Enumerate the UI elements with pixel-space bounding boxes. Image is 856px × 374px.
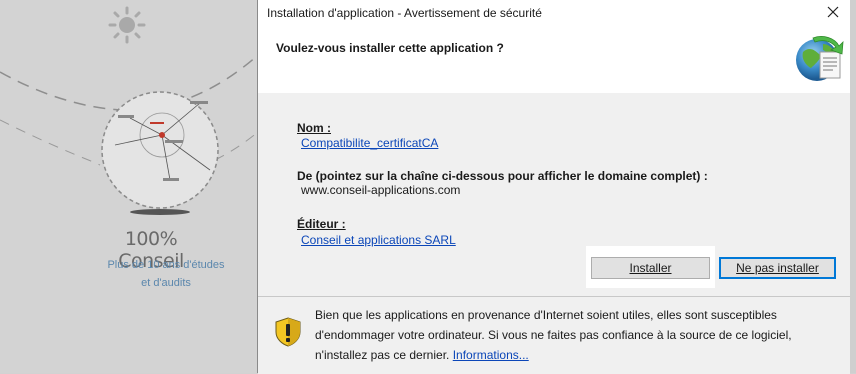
warning-message: Bien que les applications en provenance … xyxy=(315,305,835,365)
app-name-link[interactable]: Compatibilite_certificatCA xyxy=(301,136,438,150)
background-subtitle-line1: Plus de 10 ans d'études xyxy=(107,259,225,271)
install-button-label: Installer xyxy=(629,261,672,275)
background-subtitle-line2: et d'audits xyxy=(141,277,191,289)
dialog-title: Installation d'application - Avertisseme… xyxy=(267,6,542,20)
background-page: 100% Conseil Plus de 10 ans d'études et … xyxy=(0,0,258,373)
dialog-header: Voulez-vous installer cette application … xyxy=(258,24,850,93)
do-not-install-button-label: Ne pas installer xyxy=(736,261,819,275)
security-warning-dialog: Installation d'application - Avertisseme… xyxy=(257,0,850,374)
background-decoration xyxy=(0,54,258,215)
install-question: Voulez-vous installer cette application … xyxy=(276,41,504,55)
do-not-install-button[interactable]: Ne pas installer xyxy=(719,257,836,279)
sun-icon xyxy=(108,6,146,44)
application-install-icon xyxy=(796,36,844,81)
publisher-link[interactable]: Conseil et applications SARL xyxy=(301,233,456,247)
name-label: Nom : xyxy=(297,121,331,135)
publisher-label: Éditeur : xyxy=(297,217,346,231)
dialog-titlebar[interactable]: Installation d'application - Avertisseme… xyxy=(258,0,850,24)
warning-footer: Bien que les applications en provenance … xyxy=(258,296,850,374)
install-button[interactable]: Installer xyxy=(591,257,710,279)
close-button[interactable] xyxy=(816,0,850,24)
from-label: De (pointez sur la chaîne ci-dessous pou… xyxy=(297,169,708,183)
background-right-edge xyxy=(849,0,856,373)
warning-text: Bien que les applications en provenance … xyxy=(315,308,792,362)
from-domain: www.conseil-applications.com xyxy=(301,183,461,197)
shield-warning-icon xyxy=(275,317,301,347)
close-icon xyxy=(827,6,839,18)
more-info-link[interactable]: Informations... xyxy=(453,348,529,362)
background-subtitle: Plus de 10 ans d'études et d'audits xyxy=(94,256,238,292)
